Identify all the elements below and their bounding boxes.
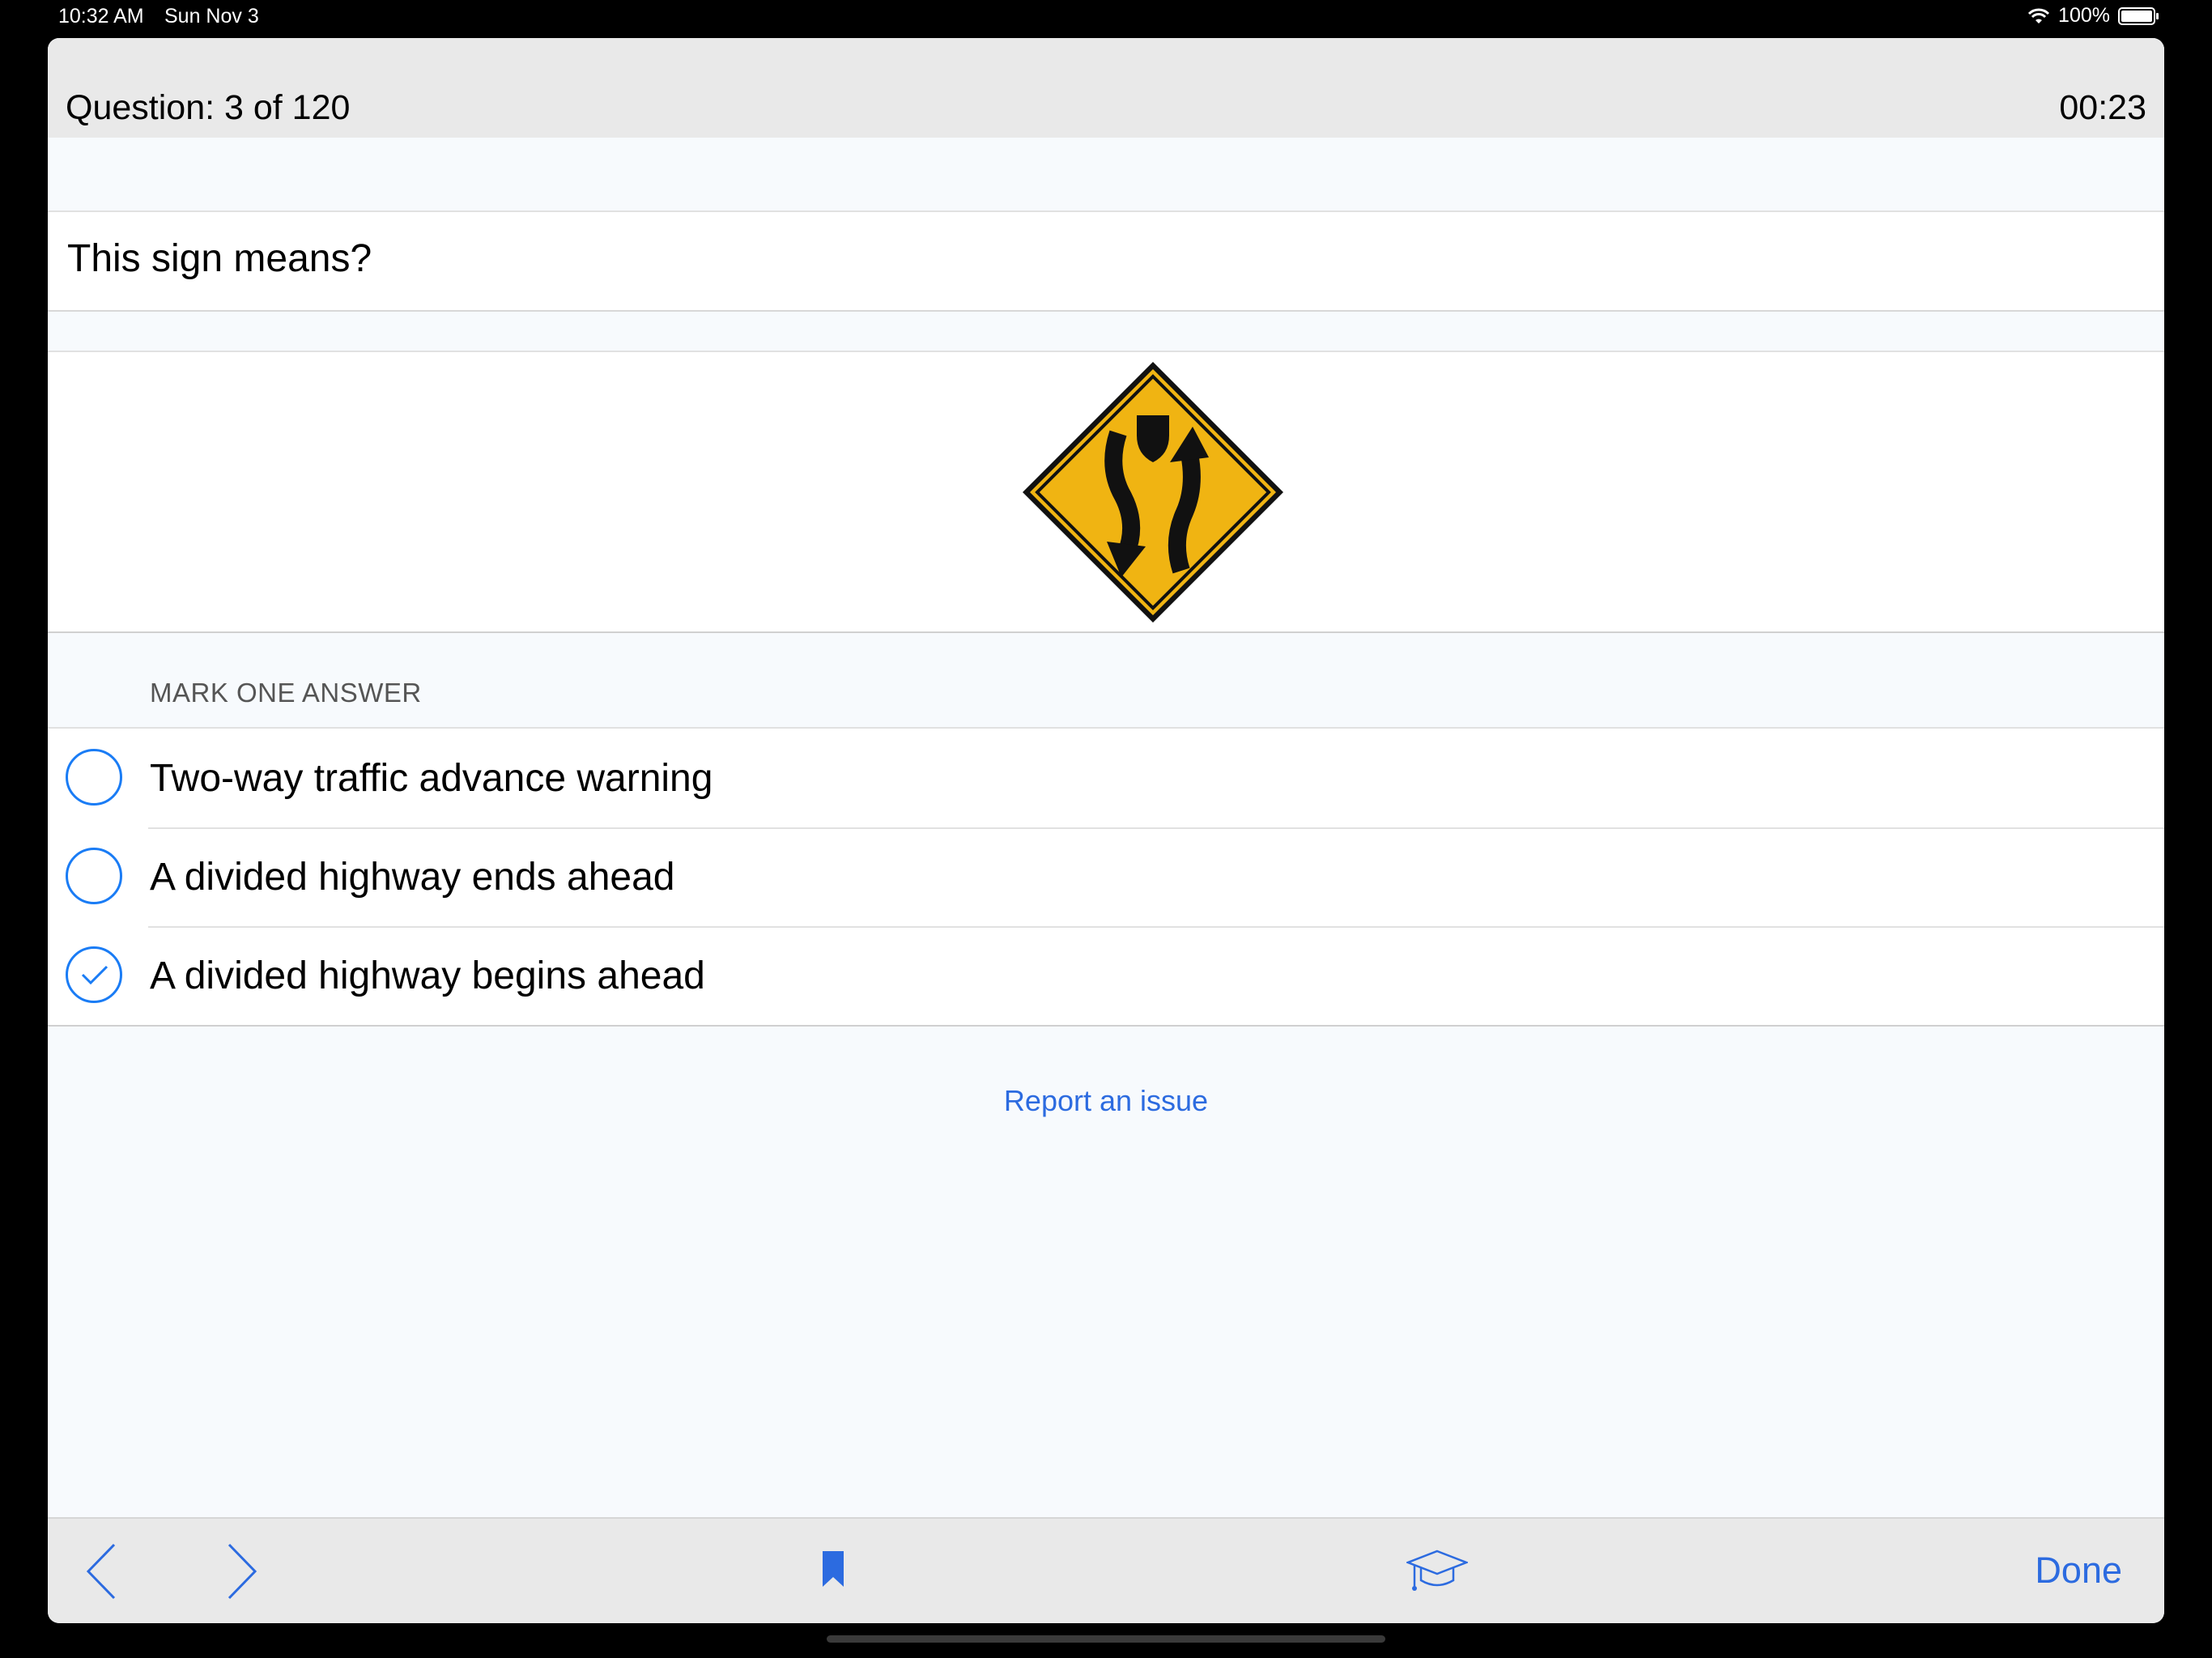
question-counter: Question: 3 of 120 [66,88,351,127]
quiz-sheet: Question: 3 of 120 00:23 This sign means… [48,38,2164,1623]
timer: 00:23 [2059,88,2146,127]
graduation-cap-icon[interactable] [1406,1546,1468,1595]
question-image-row [48,351,2164,633]
battery-icon [2118,6,2159,25]
checkmark-icon [81,965,108,985]
bookmark-icon[interactable] [821,1550,845,1588]
quiz-header: Question: 3 of 120 00:23 [48,38,2164,138]
radio-checked-icon[interactable] [66,946,122,1003]
radio-unselected-icon[interactable] [66,848,122,904]
status-date: Sun Nov 3 [164,5,259,28]
answer-text: A divided highway ends ahead [150,856,675,899]
home-indicator[interactable] [827,1635,1385,1643]
chevron-left-icon[interactable] [83,1541,119,1601]
divided-highway-sign-icon [1023,362,1283,623]
wifi-icon [2027,8,2050,23]
answers-list: Two-way traffic advance warning A divide… [48,727,2164,1027]
question-text: This sign means? [67,237,372,280]
report-issue-link[interactable]: Report an issue [48,1084,2164,1118]
battery-percent: 100% [2058,4,2110,27]
answers-section-label: MARK ONE ANSWER [150,678,422,708]
chevron-right-icon[interactable] [224,1541,260,1601]
status-bar: 10:32 AM Sun Nov 3 100% [0,0,2212,36]
answer-option[interactable]: Two-way traffic advance warning [48,729,2164,827]
question-row: This sign means? [48,210,2164,312]
answer-text: Two-way traffic advance warning [150,757,713,800]
answer-text: A divided highway begins ahead [150,954,705,997]
answer-option[interactable]: A divided highway ends ahead [48,827,2164,926]
status-right: 100% [2027,4,2159,28]
done-button[interactable]: Done [2035,1550,2122,1592]
answer-option-selected[interactable]: A divided highway begins ahead [48,926,2164,1025]
bottom-toolbar: Done [48,1517,2164,1623]
status-time: 10:32 AM [58,5,144,28]
radio-unselected-icon[interactable] [66,749,122,806]
